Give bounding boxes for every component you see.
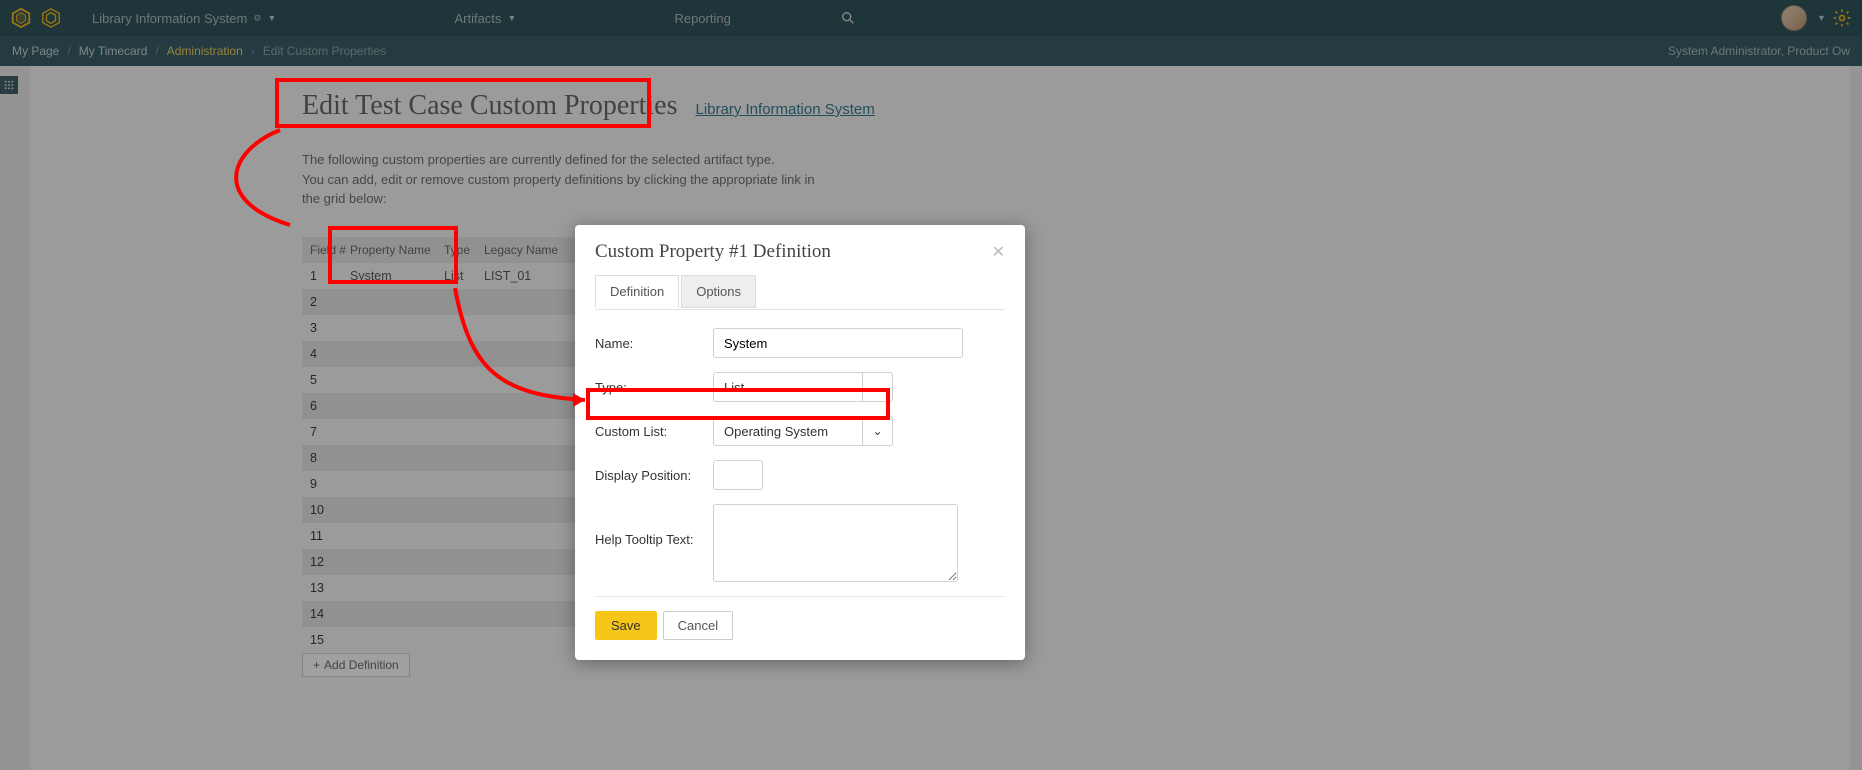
custom-property-dialog: Custom Property #1 Definition ✕ Definiti… [575, 225, 1025, 660]
helptext-input[interactable] [713, 504, 958, 582]
name-input[interactable] [713, 328, 963, 358]
tab-options[interactable]: Options [681, 275, 756, 308]
chevron-down-icon: ⌄ [862, 417, 892, 445]
cancel-button[interactable]: Cancel [663, 611, 733, 640]
label-name: Name: [595, 336, 713, 351]
type-select[interactable]: List ⌄ [713, 372, 893, 402]
chevron-down-icon: ⌄ [862, 373, 892, 401]
tab-definition[interactable]: Definition [595, 275, 679, 308]
type-value: List [714, 380, 862, 395]
label-helptext: Help Tooltip Text: [595, 504, 713, 547]
displayposition-input[interactable] [713, 460, 763, 490]
dialog-close-button[interactable]: ✕ [992, 242, 1005, 262]
save-button[interactable]: Save [595, 611, 657, 640]
label-customlist: Custom List: [595, 424, 713, 439]
label-displayposition: Display Position: [595, 468, 713, 483]
label-type: Type: [595, 380, 713, 395]
dialog-title: Custom Property #1 Definition [595, 241, 831, 263]
customlist-value: Operating System [714, 424, 862, 439]
customlist-select[interactable]: Operating System ⌄ [713, 416, 893, 446]
